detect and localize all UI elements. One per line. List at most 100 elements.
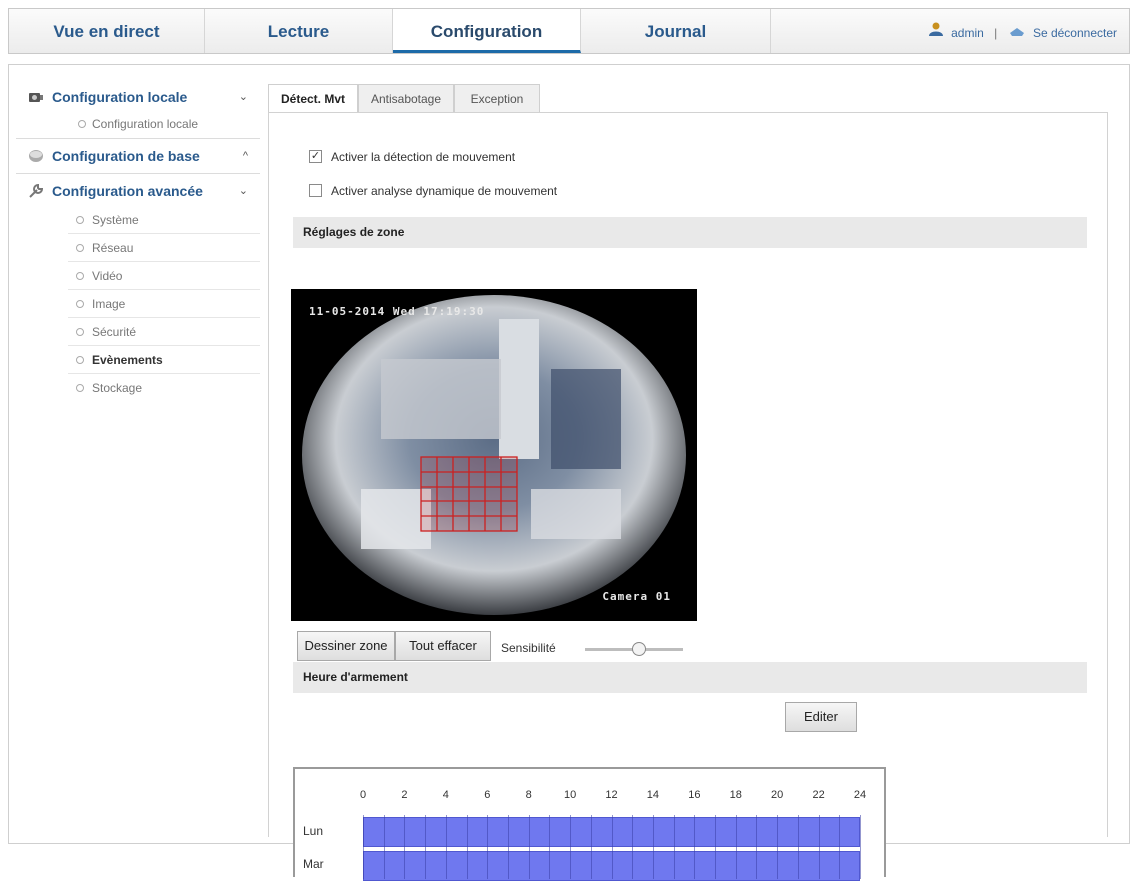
sidebar-item-label: Vidéo bbox=[92, 269, 123, 283]
schedule-tick-label: 16 bbox=[688, 789, 701, 801]
user-area: admin | Se déconnecter bbox=[928, 9, 1117, 53]
schedule-hour-line bbox=[507, 815, 509, 879]
bullet-icon bbox=[76, 300, 84, 308]
sensitivity-slider-handle[interactable] bbox=[632, 642, 646, 656]
schedule-tick-label: 14 bbox=[646, 789, 660, 801]
schedule-tick-label: 10 bbox=[563, 789, 577, 801]
username-label[interactable]: admin bbox=[951, 10, 984, 56]
sidebar-item-label: Configuration locale bbox=[92, 117, 199, 131]
sidebar-item-security[interactable]: Sécurité bbox=[68, 318, 260, 346]
schedule-hour-line bbox=[632, 815, 634, 879]
schedule-hour-line bbox=[756, 815, 758, 879]
checkbox-unchecked-icon[interactable] bbox=[309, 184, 322, 198]
logout-icon bbox=[1008, 10, 1026, 56]
divider bbox=[16, 138, 260, 139]
enable-motion-checkbox[interactable]: ✓ Activer la détection de mouvement bbox=[309, 149, 515, 167]
schedule-tick-label: 18 bbox=[729, 789, 742, 801]
schedule-hour-line bbox=[860, 815, 861, 879]
draw-zone-button[interactable]: Dessiner zone bbox=[297, 631, 395, 661]
sidebar-item-system[interactable]: Système bbox=[68, 206, 260, 234]
checkbox-checked-icon[interactable]: ✓ bbox=[309, 150, 322, 164]
tab-motion-detection[interactable]: Détect. Mvt bbox=[268, 84, 358, 113]
camera-icon bbox=[29, 93, 43, 102]
schedule-hour-line bbox=[777, 815, 779, 879]
enable-dynamic-checkbox[interactable]: Activer analyse dynamique de mouvement bbox=[309, 183, 557, 201]
schedule-tick-label: 6 bbox=[484, 789, 491, 801]
sidebar-item-image[interactable]: Image bbox=[68, 290, 260, 318]
video-timestamp: 11-05-2014 Wed 17:19:30 bbox=[309, 305, 485, 318]
sidebar-item-label: Réseau bbox=[92, 241, 134, 255]
sidebar-item-video[interactable]: Vidéo bbox=[68, 262, 260, 290]
bullet-icon bbox=[78, 120, 86, 128]
logout-link[interactable]: Se déconnecter bbox=[1033, 10, 1117, 56]
wrench-icon bbox=[29, 183, 44, 198]
sidebar-item-network[interactable]: Réseau bbox=[68, 234, 260, 262]
schedule-hour-line bbox=[590, 815, 592, 879]
schedule-tick-label: 12 bbox=[605, 789, 618, 801]
camera-preview[interactable]: 11-05-2014 Wed 17:19:30 Camera 01 bbox=[291, 289, 697, 621]
schedule-hour-line bbox=[839, 815, 841, 879]
enable-motion-label: Activer la détection de mouvement bbox=[331, 150, 516, 164]
sidebar-item-label: Evènements bbox=[92, 353, 163, 367]
schedule-hour-line bbox=[363, 815, 364, 879]
schedule-hour-line bbox=[487, 815, 489, 879]
sidebar-item-events[interactable]: Evènements bbox=[68, 346, 260, 374]
sidebar-item-label: Sécurité bbox=[92, 325, 137, 339]
schedule-hour-line bbox=[694, 815, 696, 879]
bullet-icon bbox=[76, 356, 84, 364]
schedule-tick-label: 8 bbox=[525, 789, 532, 801]
sidebar-advanced-config-label: Configuration avancée bbox=[52, 183, 203, 199]
schedule-tick-label: 4 bbox=[442, 789, 449, 801]
schedule-hour-line bbox=[528, 815, 530, 879]
enable-dynamic-label: Activer analyse dynamique de mouvement bbox=[331, 184, 558, 198]
tab-configuration[interactable]: Configuration bbox=[393, 9, 581, 53]
top-navigation: Vue en direct Lecture Configuration Jour… bbox=[8, 8, 1130, 54]
sidebar-local-config-label: Configuration locale bbox=[52, 89, 188, 105]
tab-live-view[interactable]: Vue en direct bbox=[9, 9, 205, 53]
schedule-hour-line bbox=[611, 815, 613, 879]
arming-schedule[interactable]: Lun Mar 0 2 4 6 8 10 12 14 16 18 20 22 24 bbox=[293, 767, 886, 881]
bullet-icon bbox=[76, 216, 84, 224]
tab-log[interactable]: Journal bbox=[581, 9, 771, 53]
chevron-down-icon: ⌄ bbox=[238, 91, 248, 103]
schedule-hour-line bbox=[445, 815, 447, 879]
clear-all-button[interactable]: Tout effacer bbox=[395, 631, 491, 661]
sidebar: Configuration locale ⌄ Configuration loc… bbox=[16, 82, 260, 402]
edit-button[interactable]: Editer bbox=[785, 702, 857, 732]
schedule-tick-label: 2 bbox=[401, 789, 408, 801]
tab-playback[interactable]: Lecture bbox=[205, 9, 393, 53]
settings-panel: ✓ Activer la détection de mouvement Activ… bbox=[268, 112, 1108, 881]
sidebar-advanced-config[interactable]: Configuration avancée ⌄ bbox=[16, 176, 260, 206]
disk-icon bbox=[29, 150, 43, 162]
schedule-hour-line bbox=[404, 815, 406, 879]
divider bbox=[16, 173, 260, 174]
sidebar-local-config[interactable]: Configuration locale ⌄ bbox=[16, 82, 260, 112]
schedule-tick-label: 0 bbox=[359, 789, 367, 801]
zone-settings-header: Réglages de zone bbox=[293, 217, 1087, 248]
schedule-tick-label: 20 bbox=[771, 789, 784, 801]
sidebar-item-label: Système bbox=[92, 213, 139, 227]
schedule-hour-line bbox=[570, 815, 572, 879]
tab-tamper-proof[interactable]: Antisabotage bbox=[358, 84, 454, 113]
bullet-icon bbox=[76, 272, 84, 280]
tab-exception[interactable]: Exception bbox=[454, 84, 540, 113]
fisheye-image bbox=[302, 295, 686, 615]
schedule-hour-line bbox=[425, 815, 427, 879]
schedule-hour-line bbox=[466, 815, 468, 879]
sidebar-basic-config[interactable]: Configuration de base ^ bbox=[16, 141, 260, 171]
sensitivity-label: Sensibilité bbox=[501, 641, 556, 655]
sidebar-item-local-config[interactable]: Configuration locale bbox=[16, 112, 260, 136]
bullet-icon bbox=[76, 244, 84, 252]
schedule-hour-line bbox=[673, 815, 675, 879]
schedule-tick-label: 22 bbox=[812, 789, 825, 801]
schedule-hour-line bbox=[383, 815, 385, 879]
motion-grid bbox=[420, 456, 518, 532]
sidebar-item-storage[interactable]: Stockage bbox=[68, 374, 260, 402]
user-icon bbox=[928, 10, 944, 56]
chevron-down-icon: ⌄ bbox=[238, 185, 248, 197]
schedule-hour-line bbox=[735, 815, 737, 879]
schedule-day-tuesday: Mar bbox=[303, 857, 324, 871]
schedule-hour-line bbox=[818, 815, 820, 879]
video-camera-name: Camera 01 bbox=[602, 590, 671, 603]
schedule-tick-label: 24 bbox=[853, 789, 867, 801]
